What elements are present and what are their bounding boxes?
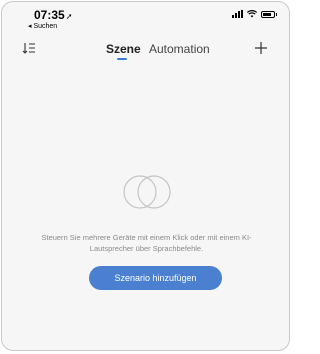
back-to-search-link[interactable]: ◂ Suchen	[28, 22, 57, 30]
top-navigation: Szene Automation	[2, 36, 289, 66]
add-scenario-button[interactable]: Szenario hinzufügen	[89, 266, 222, 290]
plus-icon[interactable]	[254, 41, 268, 55]
status-icons	[232, 10, 277, 18]
tab-automation[interactable]: Automation	[149, 42, 210, 56]
status-time: 07:35➚	[34, 8, 72, 22]
sort-icon[interactable]	[22, 42, 36, 54]
time-text: 07:35	[34, 8, 65, 22]
active-tab-indicator	[117, 58, 127, 60]
status-bar: 07:35➚ ◂ Suchen	[2, 2, 289, 34]
location-arrow-icon: ➚	[65, 12, 73, 21]
wifi-icon	[247, 10, 257, 18]
empty-state-description: Steuern Sie mehrere Geräte mit einem Kli…	[41, 233, 252, 253]
battery-icon	[261, 10, 277, 18]
cellular-signal-icon	[232, 10, 243, 18]
tab-szene[interactable]: Szene	[106, 42, 141, 56]
overlapping-circles-icon	[123, 175, 171, 209]
phone-screen: 07:35➚ ◂ Suchen Szene Automation Steuern…	[1, 1, 290, 351]
